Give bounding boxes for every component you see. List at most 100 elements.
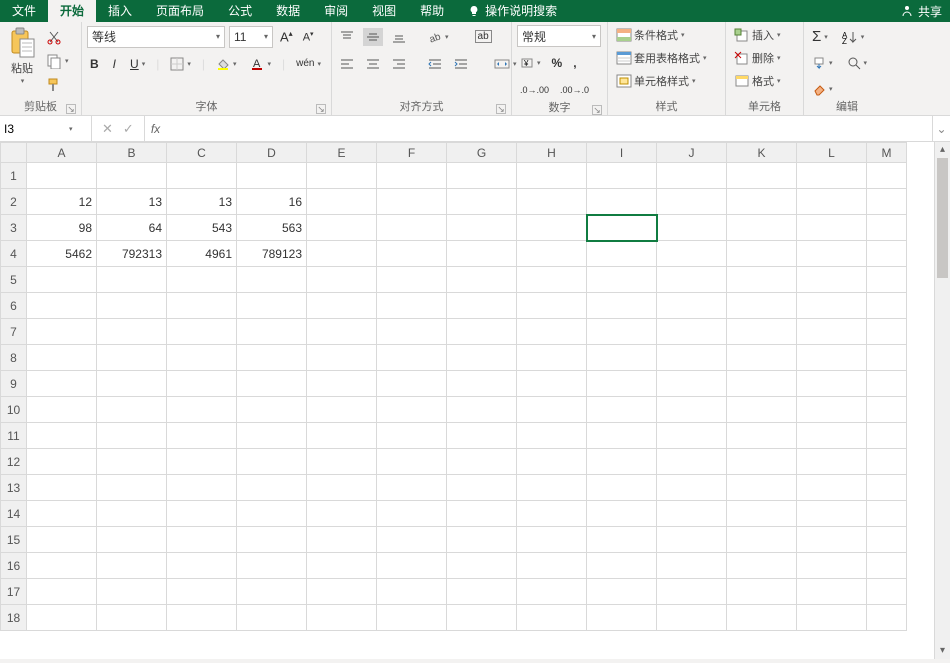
cell[interactable]: 98 bbox=[27, 215, 97, 241]
cell[interactable]: 16 bbox=[237, 189, 307, 215]
cell[interactable] bbox=[167, 345, 237, 371]
cell[interactable] bbox=[517, 553, 587, 579]
cell[interactable]: 12 bbox=[27, 189, 97, 215]
cell[interactable] bbox=[727, 475, 797, 501]
cell[interactable] bbox=[447, 267, 517, 293]
italic-button[interactable]: I bbox=[110, 55, 119, 73]
sort-filter-button[interactable]: AZ▾ bbox=[839, 28, 868, 46]
cell[interactable] bbox=[97, 319, 167, 345]
cell[interactable] bbox=[97, 579, 167, 605]
cell[interactable] bbox=[27, 345, 97, 371]
row-header[interactable]: 12 bbox=[1, 449, 27, 475]
cell[interactable] bbox=[447, 527, 517, 553]
cell[interactable] bbox=[587, 579, 657, 605]
cell[interactable] bbox=[727, 241, 797, 267]
cell[interactable] bbox=[657, 553, 727, 579]
cell[interactable] bbox=[517, 163, 587, 189]
cell[interactable] bbox=[167, 449, 237, 475]
cell[interactable] bbox=[167, 553, 237, 579]
cell[interactable] bbox=[307, 371, 377, 397]
cell[interactable] bbox=[517, 501, 587, 527]
cell[interactable] bbox=[167, 371, 237, 397]
cell[interactable] bbox=[587, 605, 657, 631]
cell[interactable] bbox=[237, 553, 307, 579]
cell[interactable] bbox=[587, 423, 657, 449]
cancel-formula-button[interactable]: ✕ bbox=[102, 121, 113, 137]
cell[interactable] bbox=[867, 423, 907, 449]
cell[interactable] bbox=[797, 319, 867, 345]
cell[interactable] bbox=[167, 319, 237, 345]
cell[interactable] bbox=[867, 163, 907, 189]
cell[interactable] bbox=[377, 319, 447, 345]
copy-button[interactable]: ▾ bbox=[43, 51, 72, 71]
cell[interactable] bbox=[867, 267, 907, 293]
cell[interactable] bbox=[727, 579, 797, 605]
increase-decimal-button[interactable]: .0→.00 bbox=[517, 83, 552, 97]
cell[interactable] bbox=[307, 397, 377, 423]
column-header[interactable]: L bbox=[797, 143, 867, 163]
cell[interactable] bbox=[167, 293, 237, 319]
cell[interactable] bbox=[307, 241, 377, 267]
cell[interactable] bbox=[727, 605, 797, 631]
cell[interactable] bbox=[447, 293, 517, 319]
format-as-table-button[interactable]: 套用表格格式▾ bbox=[613, 48, 710, 68]
cell[interactable]: 789123 bbox=[237, 241, 307, 267]
cell[interactable] bbox=[377, 371, 447, 397]
name-box-input[interactable] bbox=[4, 122, 64, 136]
scroll-down-button[interactable]: ▾ bbox=[935, 643, 950, 659]
cell[interactable] bbox=[237, 579, 307, 605]
align-center-button[interactable] bbox=[363, 55, 383, 73]
accounting-format-button[interactable]: ¥▾ bbox=[517, 54, 544, 72]
cell[interactable] bbox=[657, 475, 727, 501]
cell[interactable] bbox=[587, 397, 657, 423]
cell[interactable] bbox=[377, 189, 447, 215]
cell[interactable] bbox=[307, 605, 377, 631]
cell[interactable] bbox=[657, 397, 727, 423]
row-header[interactable]: 11 bbox=[1, 423, 27, 449]
clear-button[interactable]: ▾ bbox=[809, 80, 836, 98]
cell[interactable] bbox=[237, 267, 307, 293]
cell[interactable] bbox=[657, 371, 727, 397]
cell[interactable] bbox=[27, 579, 97, 605]
cell[interactable] bbox=[447, 449, 517, 475]
cell[interactable] bbox=[587, 189, 657, 215]
cell[interactable] bbox=[377, 527, 447, 553]
paste-button[interactable]: 粘贴 ▾ bbox=[5, 25, 39, 87]
cell[interactable] bbox=[167, 527, 237, 553]
dialog-launcher-icon[interactable]: ↘ bbox=[496, 104, 506, 114]
cell[interactable] bbox=[307, 319, 377, 345]
cell[interactable] bbox=[797, 267, 867, 293]
cell[interactable] bbox=[377, 163, 447, 189]
cell[interactable] bbox=[167, 579, 237, 605]
name-box[interactable]: ▾ bbox=[0, 116, 92, 141]
cell[interactable] bbox=[797, 527, 867, 553]
column-header[interactable]: D bbox=[237, 143, 307, 163]
format-painter-button[interactable] bbox=[43, 75, 72, 95]
row-header[interactable]: 16 bbox=[1, 553, 27, 579]
cell[interactable] bbox=[237, 397, 307, 423]
cell[interactable]: 13 bbox=[167, 189, 237, 215]
cell[interactable] bbox=[657, 501, 727, 527]
tab-help[interactable]: 帮助 bbox=[408, 0, 456, 22]
cell[interactable]: 563 bbox=[237, 215, 307, 241]
row-header[interactable]: 2 bbox=[1, 189, 27, 215]
cell[interactable] bbox=[307, 423, 377, 449]
column-header[interactable]: A bbox=[27, 143, 97, 163]
cell[interactable] bbox=[727, 423, 797, 449]
cell[interactable] bbox=[27, 371, 97, 397]
cell[interactable] bbox=[27, 501, 97, 527]
cell[interactable] bbox=[307, 527, 377, 553]
cell[interactable] bbox=[307, 293, 377, 319]
dialog-launcher-icon[interactable]: ↘ bbox=[592, 105, 602, 115]
cell[interactable] bbox=[657, 163, 727, 189]
cell[interactable] bbox=[657, 423, 727, 449]
cell[interactable] bbox=[727, 215, 797, 241]
cell[interactable] bbox=[27, 319, 97, 345]
number-format-select[interactable]: 常规 ▾ bbox=[517, 25, 601, 47]
cell[interactable]: 792313 bbox=[97, 241, 167, 267]
cell[interactable] bbox=[447, 319, 517, 345]
cell[interactable] bbox=[587, 449, 657, 475]
cell[interactable] bbox=[797, 397, 867, 423]
cell[interactable] bbox=[447, 475, 517, 501]
cell[interactable] bbox=[237, 163, 307, 189]
